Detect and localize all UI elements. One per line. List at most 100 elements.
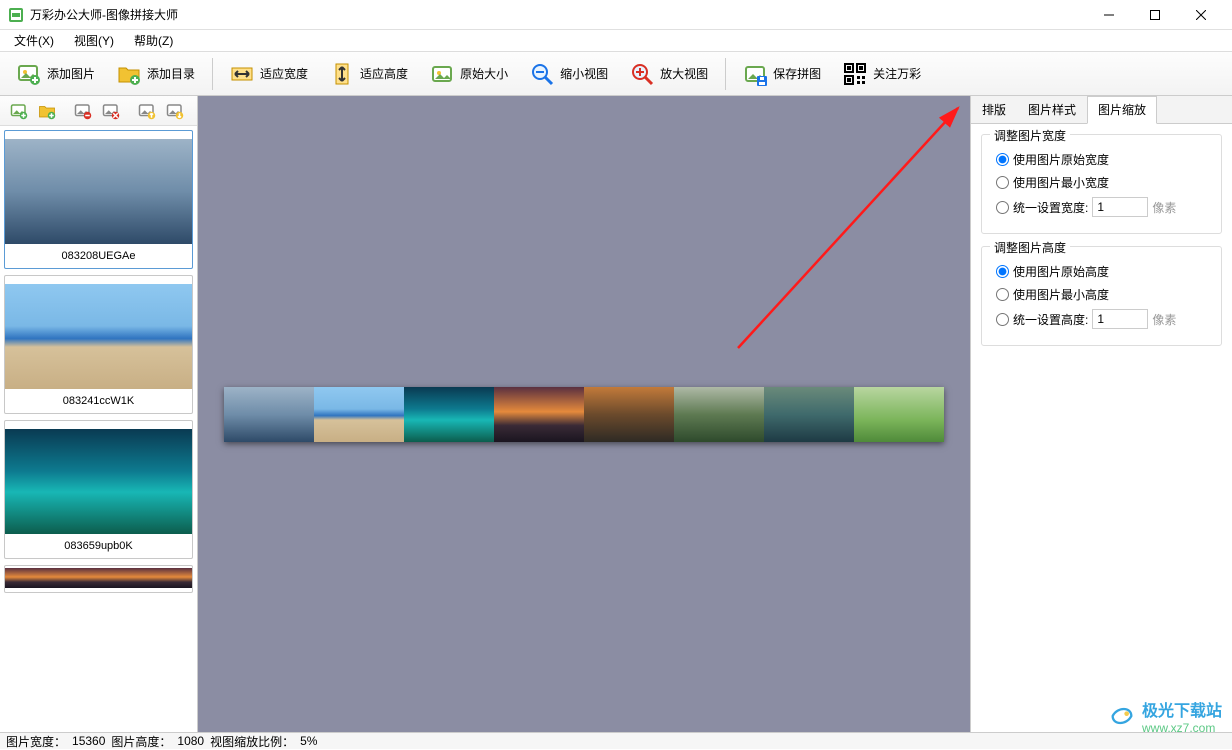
folder-add-icon [38, 102, 56, 120]
status-bar: 图片宽度： 15360 图片高度： 1080 视图缩放比例： 5% [0, 732, 1232, 749]
tab-scale[interactable]: 图片缩放 [1087, 96, 1157, 124]
group-title: 调整图片宽度 [990, 127, 1070, 144]
zoom-in-button[interactable]: 放大视图 [621, 57, 717, 91]
sidebar-clear-button[interactable] [98, 99, 124, 123]
zoom-out-button[interactable]: 缩小视图 [521, 57, 617, 91]
thumbnail-item[interactable]: 083208UEGAe [4, 130, 193, 269]
uniform-height-input[interactable] [1092, 309, 1148, 329]
tab-style[interactable]: 图片样式 [1017, 96, 1087, 123]
thumbnail-image [5, 139, 192, 244]
fit-width-icon [230, 62, 254, 86]
radio-height-original[interactable]: 使用图片原始高度 [996, 263, 1211, 280]
sidebar-add-folder-button[interactable] [34, 99, 60, 123]
qrcode-icon [843, 62, 867, 86]
radio-width-original[interactable]: 使用图片原始宽度 [996, 151, 1211, 168]
panel-body: 调整图片宽度 使用图片原始宽度 使用图片最小宽度 统一设置宽度: 像素 调整图片… [971, 124, 1232, 368]
app-icon [8, 7, 24, 23]
zoom-out-label: 缩小视图 [560, 65, 608, 82]
maximize-button[interactable] [1132, 1, 1178, 29]
add-image-label: 添加图片 [47, 65, 95, 82]
add-folder-button[interactable]: 添加目录 [108, 57, 204, 91]
image-add-icon [10, 102, 28, 120]
radio-label: 使用图片原始宽度 [1013, 151, 1109, 168]
menu-view[interactable]: 视图(Y) [66, 30, 122, 51]
unit-label: 像素 [1152, 199, 1176, 216]
radio-input[interactable] [996, 176, 1009, 189]
sidebar-add-image-button[interactable] [6, 99, 32, 123]
radio-input[interactable] [996, 153, 1009, 166]
status-width-value: 15360 [72, 734, 105, 748]
folder-add-icon [117, 62, 141, 86]
radio-label: 使用图片原始高度 [1013, 263, 1109, 280]
stitched-preview [224, 387, 944, 442]
close-icon [1196, 10, 1206, 20]
about-button[interactable]: 关注万彩 [834, 57, 930, 91]
minimize-icon [1104, 10, 1114, 20]
status-height-label: 图片高度： [111, 733, 171, 750]
radio-label: 统一设置宽度: [1013, 199, 1088, 216]
status-height-value: 1080 [177, 734, 204, 748]
fit-height-button[interactable]: 适应高度 [321, 57, 417, 91]
sidebar-remove-button[interactable] [70, 99, 96, 123]
save-stitch-button[interactable]: 保存拼图 [734, 57, 830, 91]
radio-width-uniform[interactable]: 统一设置宽度: 像素 [996, 197, 1211, 217]
close-button[interactable] [1178, 1, 1224, 29]
fit-height-label: 适应高度 [360, 65, 408, 82]
move-up-icon [138, 102, 156, 120]
save-icon [743, 62, 767, 86]
radio-label: 使用图片最小高度 [1013, 286, 1109, 303]
thumbnail-item[interactable]: 083241ccW1K [4, 275, 193, 414]
radio-input[interactable] [996, 288, 1009, 301]
fit-width-button[interactable]: 适应宽度 [221, 57, 317, 91]
toolbar-separator [725, 58, 726, 90]
original-size-label: 原始大小 [460, 65, 508, 82]
group-title: 调整图片高度 [990, 239, 1070, 256]
group-adjust-width: 调整图片宽度 使用图片原始宽度 使用图片最小宽度 统一设置宽度: 像素 [981, 134, 1222, 234]
canvas-area[interactable] [198, 96, 970, 732]
radio-height-uniform[interactable]: 统一设置高度: 像素 [996, 309, 1211, 329]
radio-width-min[interactable]: 使用图片最小宽度 [996, 174, 1211, 191]
status-width-label: 图片宽度： [6, 733, 66, 750]
original-size-button[interactable]: 原始大小 [421, 57, 517, 91]
window-title: 万彩办公大师-图像拼接大师 [30, 6, 1086, 23]
radio-input[interactable] [996, 265, 1009, 278]
toolbar-separator [212, 58, 213, 90]
radio-input[interactable] [996, 201, 1009, 214]
radio-label: 统一设置高度: [1013, 311, 1088, 328]
add-image-button[interactable]: 添加图片 [8, 57, 104, 91]
fit-height-icon [330, 62, 354, 86]
maximize-icon [1150, 10, 1160, 20]
tab-layout[interactable]: 排版 [971, 96, 1017, 123]
thumbnail-item[interactable]: 083659upb0K [4, 420, 193, 559]
zoom-in-label: 放大视图 [660, 65, 708, 82]
menu-help[interactable]: 帮助(Z) [126, 30, 181, 51]
image-orig-icon [430, 62, 454, 86]
uniform-width-input[interactable] [1092, 197, 1148, 217]
main-toolbar: 添加图片 添加目录 适应宽度 适应高度 原始大小 缩小视图 放大视图 保存拼图 … [0, 52, 1232, 96]
thumbnail-image [5, 429, 192, 534]
about-label: 关注万彩 [873, 65, 921, 82]
radio-height-min[interactable]: 使用图片最小高度 [996, 286, 1211, 303]
watermark: 极光下载站 www.xz7.com [1108, 697, 1222, 735]
minimize-button[interactable] [1086, 1, 1132, 29]
thumbnail-list[interactable]: 083208UEGAe 083241ccW1K 083659upb0K [0, 126, 197, 732]
image-remove-icon [74, 102, 92, 120]
panel-tabs: 排版 图片样式 图片缩放 [971, 96, 1232, 124]
thumbnail-label: 083241ccW1K [5, 389, 192, 409]
title-bar: 万彩办公大师-图像拼接大师 [0, 0, 1232, 30]
radio-label: 使用图片最小宽度 [1013, 174, 1109, 191]
menu-file[interactable]: 文件(X) [6, 30, 62, 51]
sidebar: 083208UEGAe 083241ccW1K 083659upb0K [0, 96, 198, 732]
watermark-url: www.xz7.com [1142, 721, 1222, 735]
thumbnail-item[interactable] [4, 565, 193, 593]
sidebar-move-up-button[interactable] [134, 99, 160, 123]
watermark-icon [1108, 702, 1136, 730]
annotation-arrow [728, 98, 988, 358]
image-clear-icon [102, 102, 120, 120]
radio-input[interactable] [996, 313, 1009, 326]
watermark-brand: 极光下载站 [1142, 697, 1222, 721]
thumbnail-image [5, 284, 192, 389]
zoom-in-icon [630, 62, 654, 86]
thumbnail-image [5, 568, 192, 588]
sidebar-move-down-button[interactable] [162, 99, 188, 123]
